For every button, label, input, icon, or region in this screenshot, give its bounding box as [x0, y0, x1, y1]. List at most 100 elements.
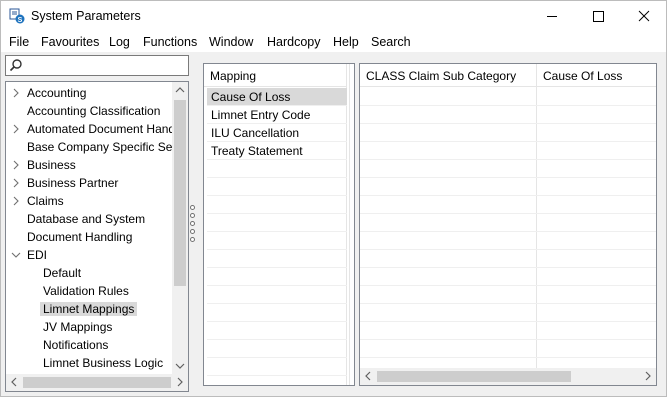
row-separator — [207, 231, 347, 232]
tree-item-label: Base Company Specific Settings — [27, 140, 174, 154]
tree-item[interactable]: Base Company Specific Settings — [6, 138, 174, 156]
mapping-item[interactable]: Cause Of Loss — [207, 88, 347, 105]
chevron-right-icon[interactable] — [11, 87, 21, 99]
tree-item[interactable]: Document Handling — [6, 228, 174, 246]
tree-item-label: JV Mappings — [43, 320, 113, 334]
minimize-icon — [547, 16, 557, 17]
menu-search[interactable]: Search — [371, 35, 411, 49]
scroll-left-icon[interactable] — [360, 368, 376, 384]
tree-horizontal-scroll-thumb[interactable] — [23, 377, 171, 388]
tree-item[interactable]: Validation Rules — [6, 282, 174, 300]
maximize-button[interactable] — [575, 1, 621, 31]
menu-functions[interactable]: Functions — [143, 35, 197, 49]
row-separator — [207, 213, 347, 214]
mapping-item[interactable]: Limnet Entry Code — [207, 106, 347, 123]
tree-item[interactable]: Limnet Mappings — [6, 300, 174, 318]
menu-hardcopy[interactable]: Hardcopy — [267, 35, 321, 49]
mapping-item-label: Cause Of Loss — [211, 90, 291, 104]
tree-vertical-scroll-thumb[interactable] — [174, 100, 186, 286]
window-title: System Parameters — [31, 9, 141, 23]
splitter-grip-dot — [190, 213, 195, 218]
detail-header-label: CLASS Claim Sub Category — [366, 69, 517, 83]
row-separator — [207, 375, 347, 376]
search-input[interactable] — [26, 57, 184, 74]
row-separator — [207, 249, 347, 250]
tree-vertical-scrollbar[interactable] — [172, 82, 188, 374]
row-separator — [360, 357, 656, 358]
tree-item[interactable]: Automated Document Handling — [6, 120, 174, 138]
detail-column-header[interactable]: Cause Of Loss — [537, 64, 656, 87]
column-divider — [349, 64, 350, 385]
tree-item[interactable]: Database and System — [6, 210, 174, 228]
row-separator — [360, 213, 656, 214]
menu-log[interactable]: Log — [109, 35, 130, 49]
menu-favourites[interactable]: Favourites — [41, 35, 99, 49]
close-icon — [638, 10, 650, 22]
chevron-right-icon[interactable] — [11, 177, 21, 189]
scroll-left-icon[interactable] — [6, 374, 22, 390]
parameter-tree: Accounting Accounting Classification Autom… — [5, 81, 189, 392]
row-separator — [207, 123, 347, 124]
detail-horizontal-scroll-thumb[interactable] — [377, 371, 571, 382]
tree-item-label: Document Handling — [27, 230, 133, 244]
tree-search-box[interactable] — [5, 55, 189, 76]
row-separator — [360, 159, 656, 160]
tree-item[interactable]: Accounting — [6, 84, 174, 102]
maximize-icon — [593, 11, 604, 22]
close-button[interactable] — [621, 1, 667, 31]
row-separator — [207, 285, 347, 286]
tree-item-label: Limnet Mappings — [40, 302, 138, 316]
menu-file[interactable]: File — [9, 35, 29, 49]
row-separator — [360, 267, 656, 268]
mapping-item[interactable]: ILU Cancellation — [207, 124, 347, 141]
mapping-item[interactable]: Treaty Statement — [207, 142, 347, 159]
tree-item-label: Automated Document Handling — [27, 122, 174, 136]
tree-item[interactable]: Limnet Business Logic — [6, 354, 174, 372]
tree-item[interactable]: Claims — [6, 192, 174, 210]
row-separator — [207, 159, 347, 160]
tree-item[interactable]: JV Mappings — [6, 318, 174, 336]
minimize-button[interactable] — [529, 1, 575, 31]
mapping-column-header[interactable]: Mapping — [204, 64, 346, 87]
tree-item[interactable]: Notifications — [6, 336, 174, 354]
svg-text:S: S — [18, 17, 23, 24]
chevron-right-icon[interactable] — [11, 123, 21, 135]
scroll-up-icon[interactable] — [172, 82, 188, 98]
scroll-right-icon[interactable] — [172, 374, 188, 390]
chevron-right-icon[interactable] — [11, 195, 21, 207]
menu-window[interactable]: Window — [209, 35, 253, 49]
tree-item-label: Accounting — [27, 86, 87, 100]
chevron-right-icon[interactable] — [11, 159, 21, 171]
tree-item-label: Business Partner — [27, 176, 119, 190]
search-icon — [9, 59, 22, 72]
row-separator — [207, 303, 347, 304]
scroll-down-icon[interactable] — [172, 358, 188, 374]
row-separator — [207, 267, 347, 268]
tree-item[interactable]: Default — [6, 264, 174, 282]
mapping-list: Mapping Cause Of Loss Limnet Entry Code IL… — [203, 63, 355, 386]
splitter-grip-dot — [190, 221, 195, 226]
detail-column-header[interactable]: CLASS Claim Sub Category — [360, 64, 536, 87]
tree-item-label: EDI — [27, 248, 48, 262]
chevron-down-icon[interactable] — [11, 249, 21, 261]
tree-horizontal-scrollbar[interactable] — [6, 374, 188, 391]
system-parameters-window: S System Parameters File Favourites Log … — [0, 0, 667, 397]
tree-item[interactable]: Business — [6, 156, 174, 174]
tree-item-label: Business — [27, 158, 76, 172]
title-bar[interactable]: S System Parameters — [1, 1, 666, 31]
row-separator — [207, 321, 347, 322]
detail-horizontal-scrollbar[interactable] — [360, 368, 656, 385]
panel-splitter[interactable] — [189, 205, 197, 245]
tree-item[interactable]: Business Partner — [6, 174, 174, 192]
scroll-right-icon[interactable] — [640, 368, 656, 384]
row-separator — [360, 195, 656, 196]
row-separator — [207, 195, 347, 196]
tree-item[interactable]: EDI — [6, 246, 174, 264]
app-icon: S — [9, 8, 25, 24]
splitter-grip-dot — [190, 205, 195, 210]
row-separator — [360, 321, 656, 322]
detail-grid: CLASS Claim Sub Category Cause Of Loss — [359, 63, 657, 386]
splitter-grip-dot — [190, 237, 195, 242]
tree-item[interactable]: Accounting Classification — [6, 102, 174, 120]
menu-help[interactable]: Help — [333, 35, 359, 49]
